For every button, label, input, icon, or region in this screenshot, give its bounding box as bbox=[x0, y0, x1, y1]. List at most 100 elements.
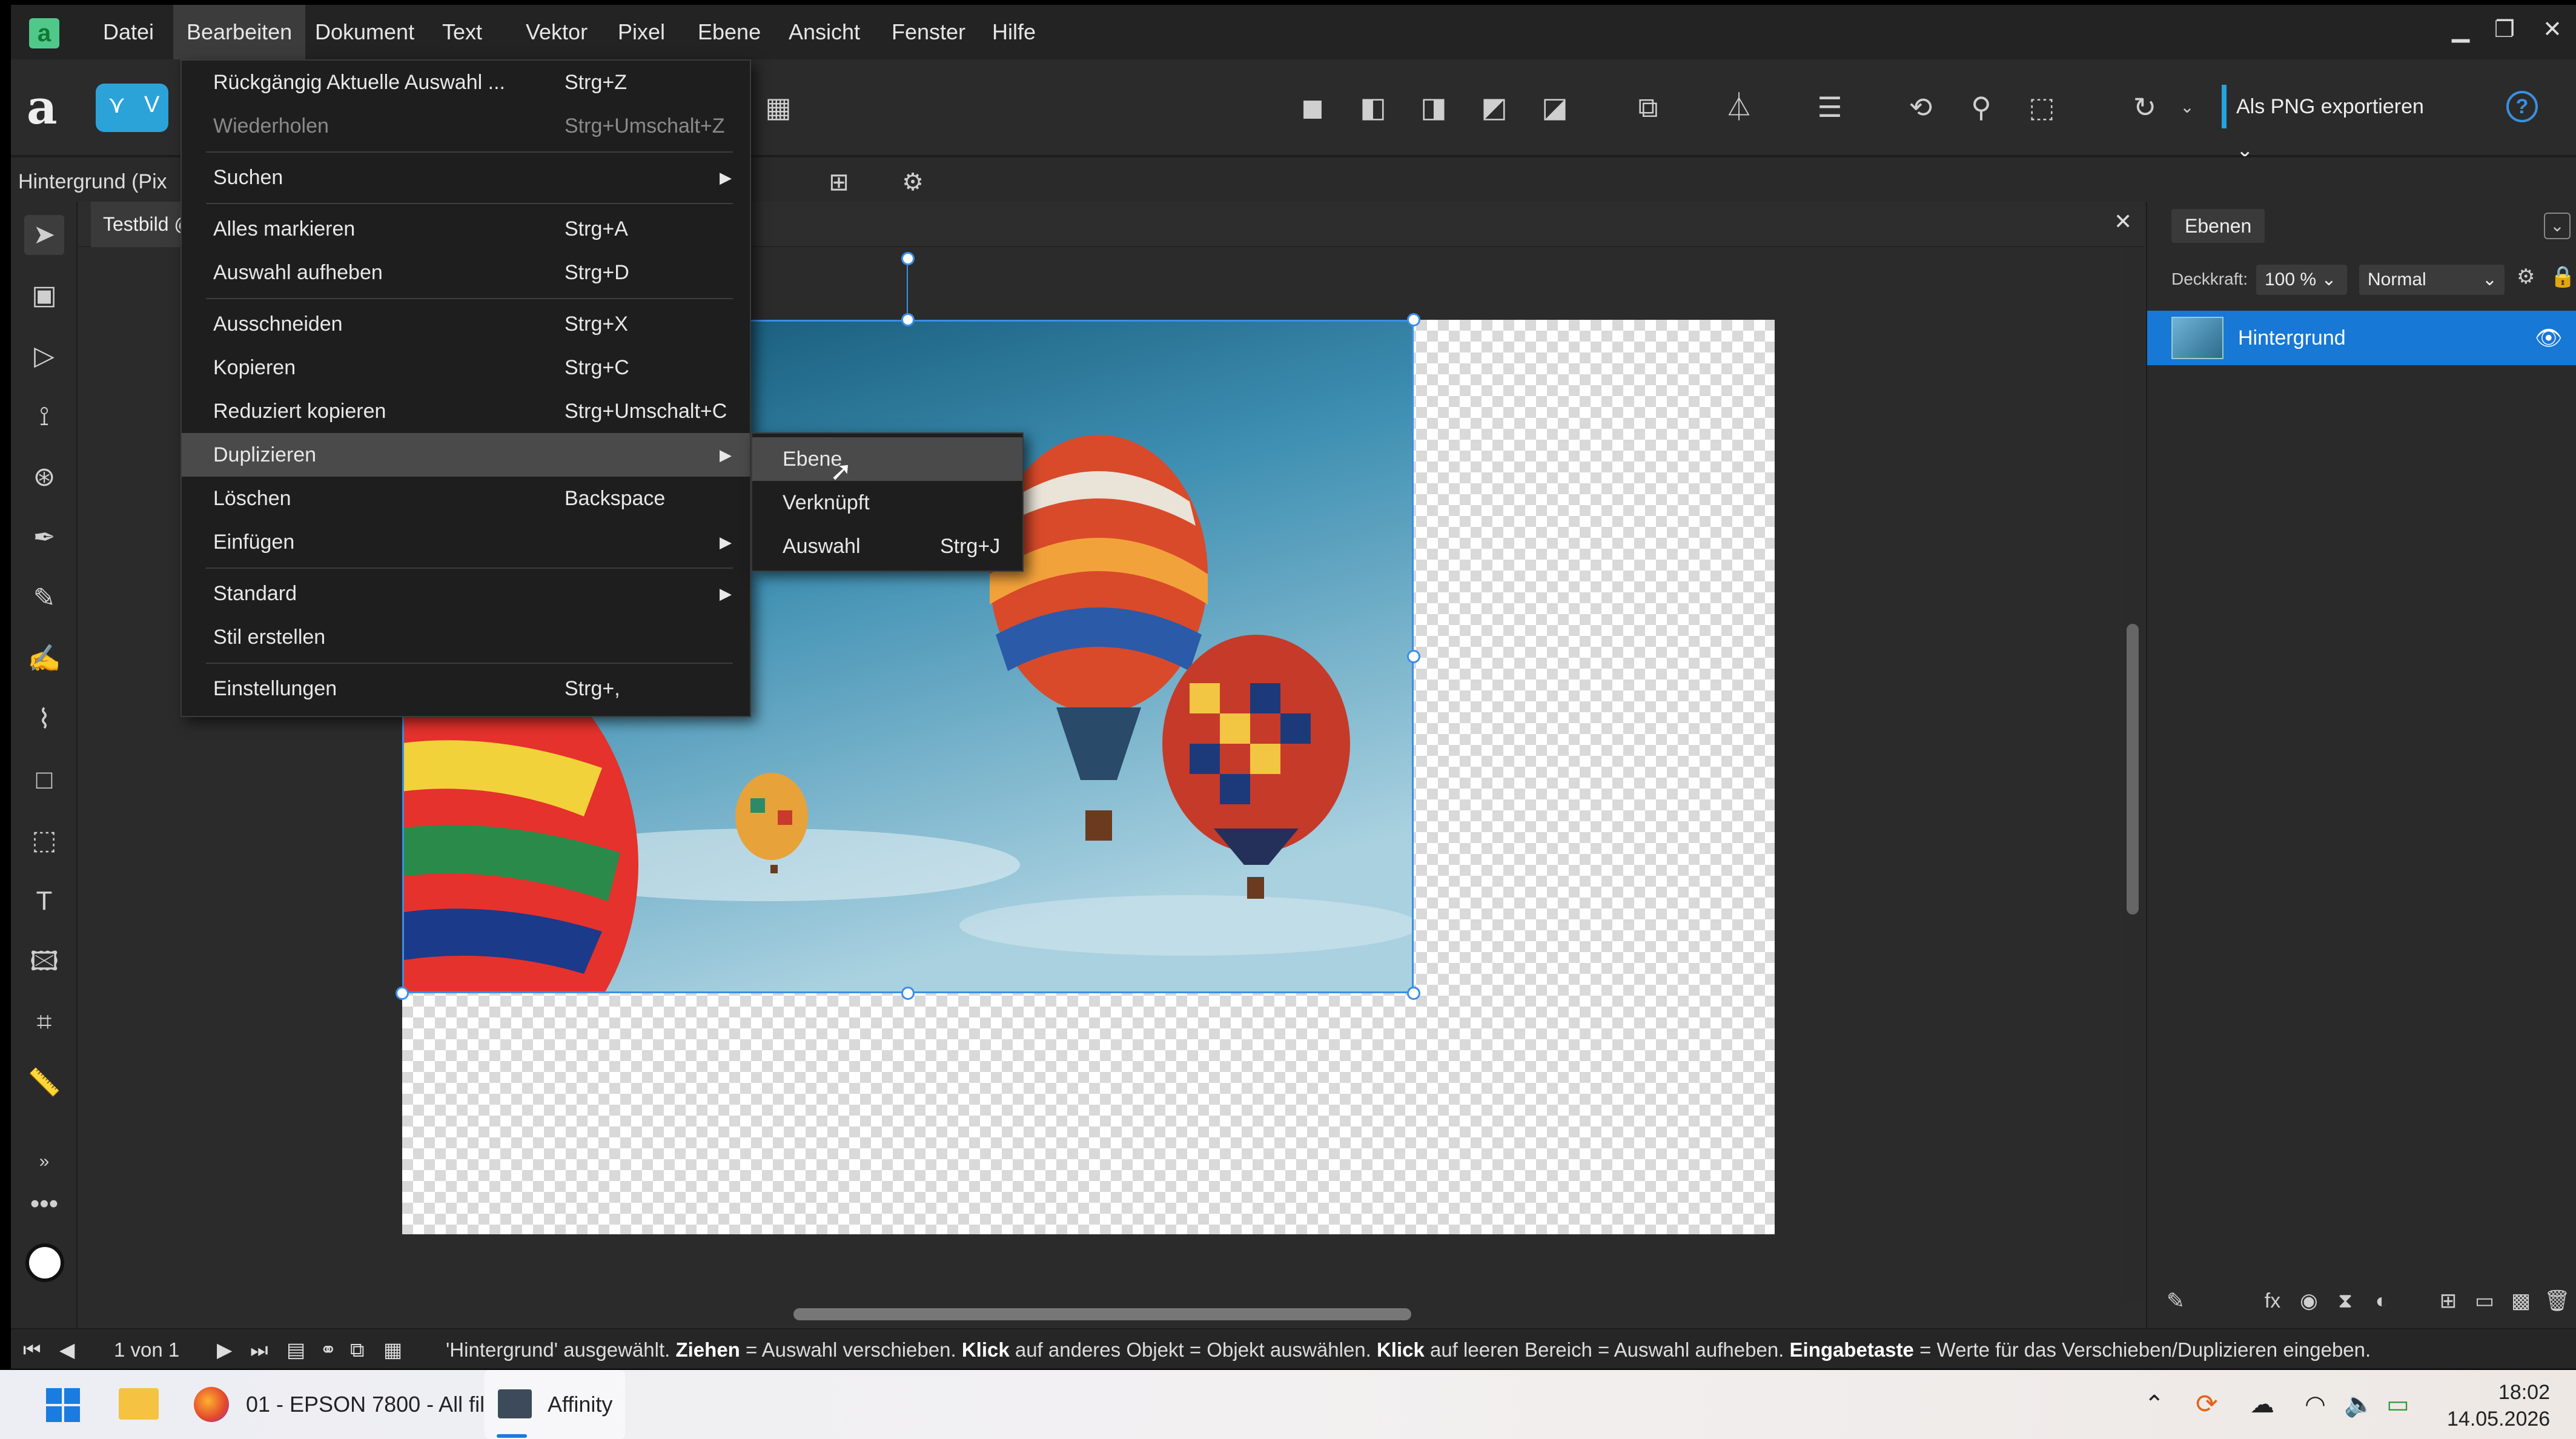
menu-fenster[interactable]: Fenster bbox=[878, 5, 979, 59]
menu-item-paste[interactable]: Einfügen ▶ bbox=[182, 520, 750, 564]
crop-icon[interactable]: ⬚ bbox=[2025, 91, 2058, 124]
volume-icon[interactable]: 🔈 bbox=[2344, 1370, 2374, 1439]
fx-icon[interactable]: fx bbox=[2256, 1285, 2289, 1317]
rectangle-tool-icon[interactable]: □ bbox=[24, 760, 64, 800]
file-explorer-icon[interactable] bbox=[119, 1388, 159, 1420]
stack-icon[interactable]: ▦ bbox=[383, 1329, 402, 1369]
crop-tool-icon[interactable]: ⌗ bbox=[24, 1002, 64, 1042]
menu-item-delete[interactable]: Löschen Backspace bbox=[182, 477, 750, 520]
pages-icon[interactable]: ▤ bbox=[286, 1329, 305, 1369]
visibility-eye-icon[interactable]: 👁 bbox=[2535, 311, 2563, 365]
combine-icon[interactable]: ⧉ bbox=[1632, 91, 1664, 124]
resize-handle-b[interactable] bbox=[901, 987, 915, 1000]
prev-page-icon[interactable]: ◀ bbox=[59, 1329, 74, 1369]
taskbar-affinity-app[interactable]: Affinity bbox=[485, 1370, 625, 1439]
color-swatch[interactable] bbox=[25, 1243, 64, 1282]
boolean-divide-icon[interactable]: ◪ bbox=[1538, 91, 1571, 124]
layer-settings-gear-icon[interactable]: ⚙ bbox=[2517, 265, 2535, 289]
delete-layer-icon[interactable]: 🗑 bbox=[2541, 1285, 2574, 1317]
image-tool-icon[interactable]: 🖾 bbox=[24, 942, 64, 982]
point-transform-icon[interactable]: ⊛ bbox=[24, 457, 64, 497]
resize-handle-r[interactable] bbox=[1407, 650, 1420, 663]
layer-row[interactable]: Hintergrund 👁 bbox=[2147, 311, 2576, 365]
cloud-off-icon[interactable]: ☁ bbox=[2250, 1370, 2274, 1439]
firefox-icon[interactable] bbox=[194, 1387, 229, 1422]
last-page-icon[interactable]: ⏭ bbox=[250, 1329, 268, 1369]
chevron-up-icon[interactable]: ⌃ bbox=[2144, 1370, 2165, 1439]
artboard-tool-icon[interactable]: ▣ bbox=[24, 276, 64, 316]
menu-dokument[interactable]: Dokument bbox=[302, 5, 428, 59]
text-tool-icon[interactable]: T bbox=[24, 881, 64, 921]
menu-datei[interactable]: Datei bbox=[90, 5, 167, 59]
clock-time[interactable]: 18:02 bbox=[2447, 1381, 2550, 1404]
horizontal-scroll-thumb[interactable] bbox=[793, 1308, 1411, 1320]
menu-bearbeiten[interactable]: Bearbeiten bbox=[173, 5, 306, 59]
close-document-icon[interactable]: ✕ bbox=[2114, 209, 2132, 234]
clock-date[interactable]: 14.05.2026 bbox=[2447, 1408, 2550, 1431]
menu-pixel[interactable]: Pixel bbox=[604, 5, 678, 59]
menu-item-settings[interactable]: Einstellungen Strg+, bbox=[182, 667, 750, 710]
menu-item-deselect[interactable]: Auswahl aufheben Strg+D bbox=[182, 251, 750, 294]
mask-icon[interactable]: ◉ bbox=[2293, 1285, 2325, 1317]
minimize-icon[interactable]: ▁ bbox=[2452, 16, 2469, 43]
menu-item-undo[interactable]: Rückgängig Aktuelle Auswahl ... Strg+Z bbox=[182, 61, 750, 104]
battery-icon[interactable]: ▭ bbox=[2386, 1370, 2409, 1439]
restore-icon[interactable]: ❐ bbox=[2494, 16, 2515, 43]
node-tool-icon[interactable]: ▷ bbox=[24, 336, 64, 376]
selection-tool-icon[interactable]: ⬚ bbox=[24, 821, 64, 861]
menu-item-defaults[interactable]: Standard ▶ bbox=[182, 572, 750, 615]
rasterize-icon[interactable]: ▩ bbox=[2505, 1285, 2537, 1317]
pen-tool-icon[interactable]: ✒ bbox=[24, 518, 64, 558]
blend-mode-select[interactable]: Normal ⌄ bbox=[2359, 265, 2505, 295]
menu-item-select-all[interactable]: Alles markieren Strg+A bbox=[182, 207, 750, 251]
menu-item-cut[interactable]: Ausschneiden Strg+X bbox=[182, 302, 750, 346]
next-page-icon[interactable]: ▶ bbox=[217, 1329, 232, 1369]
flip-icon[interactable]: ⏃ bbox=[1723, 91, 1755, 124]
align-icon[interactable]: ☰ bbox=[1813, 91, 1846, 124]
wifi-icon[interactable]: ◠ bbox=[2305, 1370, 2326, 1439]
menu-item-copy-merged[interactable]: Reduziert kopieren Strg+Umschalt+C bbox=[182, 389, 750, 433]
gear-icon[interactable]: ⚙ bbox=[896, 166, 929, 199]
menu-item-duplicate[interactable]: Duplizieren ▶ bbox=[182, 433, 750, 477]
boolean-xor-icon[interactable]: ◩ bbox=[1478, 91, 1511, 124]
resize-handle-t[interactable] bbox=[901, 313, 915, 326]
persona-button[interactable]: ⋎ V bbox=[96, 84, 168, 132]
corner-tool-icon[interactable]: ⟟ bbox=[24, 397, 64, 437]
fill-tool-icon[interactable]: ⌇ bbox=[24, 700, 64, 739]
first-page-icon[interactable]: ⏮ bbox=[23, 1329, 41, 1369]
menu-item-copy[interactable]: Kopieren Strg+C bbox=[182, 346, 750, 389]
export-png-button[interactable]: Als PNG exportieren ⌄ bbox=[2222, 85, 2446, 162]
transform-grid-icon[interactable]: ⊞ bbox=[823, 166, 855, 199]
menu-ansicht[interactable]: Ansicht bbox=[775, 5, 873, 59]
measure-tool-icon[interactable]: 📏 bbox=[24, 1063, 64, 1103]
vector-brush-icon[interactable]: ✍ bbox=[24, 639, 64, 679]
layers-tab[interactable]: Ebenen bbox=[2171, 209, 2265, 243]
live-filter-icon[interactable]: ◐ bbox=[2365, 1285, 2398, 1317]
move-tool-icon[interactable]: ➤ bbox=[24, 215, 64, 255]
affinity-app-icon[interactable]: a bbox=[29, 18, 59, 48]
more-tools-icon[interactable]: ••• bbox=[24, 1184, 64, 1224]
sync-icon[interactable]: ⟳ bbox=[2196, 1370, 2218, 1439]
resize-handle-tr[interactable] bbox=[1407, 313, 1420, 326]
link-icon[interactable]: ⚭ bbox=[320, 1329, 337, 1369]
vertical-scrollbar[interactable] bbox=[2122, 248, 2144, 1302]
resize-handle-bl[interactable] bbox=[396, 987, 409, 1000]
boolean-intersect-icon[interactable]: ◨ bbox=[1417, 91, 1450, 124]
menu-item-search[interactable]: Suchen ▶ bbox=[182, 156, 750, 199]
snap-icon[interactable]: ⚲ bbox=[1965, 91, 1998, 124]
panel-menu-icon[interactable]: ⌄ bbox=[2544, 213, 2571, 239]
submenu-item-layer[interactable]: Ebene bbox=[752, 437, 1022, 481]
windows-start-icon[interactable] bbox=[46, 1388, 80, 1422]
submenu-item-linked[interactable]: Verknüpft bbox=[752, 481, 1022, 524]
boolean-subtract-icon[interactable]: ◧ bbox=[1357, 91, 1389, 124]
close-icon[interactable]: ✕ bbox=[2543, 16, 2562, 43]
add-group-icon[interactable]: ▭ bbox=[2468, 1285, 2501, 1317]
chevron-down-icon[interactable]: ⌄ bbox=[2171, 91, 2204, 124]
edit-layer-icon[interactable]: ✎ bbox=[2159, 1285, 2192, 1317]
grid-icon[interactable]: ▦ bbox=[762, 91, 795, 124]
taskbar-firefox-title[interactable]: 01 - EPSON 7800 - All fil bbox=[246, 1370, 485, 1439]
menu-hilfe[interactable]: Hilfe bbox=[979, 5, 1049, 59]
copy-icon[interactable]: ⧉ bbox=[350, 1329, 365, 1369]
resize-handle-br[interactable] bbox=[1407, 987, 1420, 1000]
snapping-icon[interactable]: ↻ bbox=[2128, 91, 2161, 124]
